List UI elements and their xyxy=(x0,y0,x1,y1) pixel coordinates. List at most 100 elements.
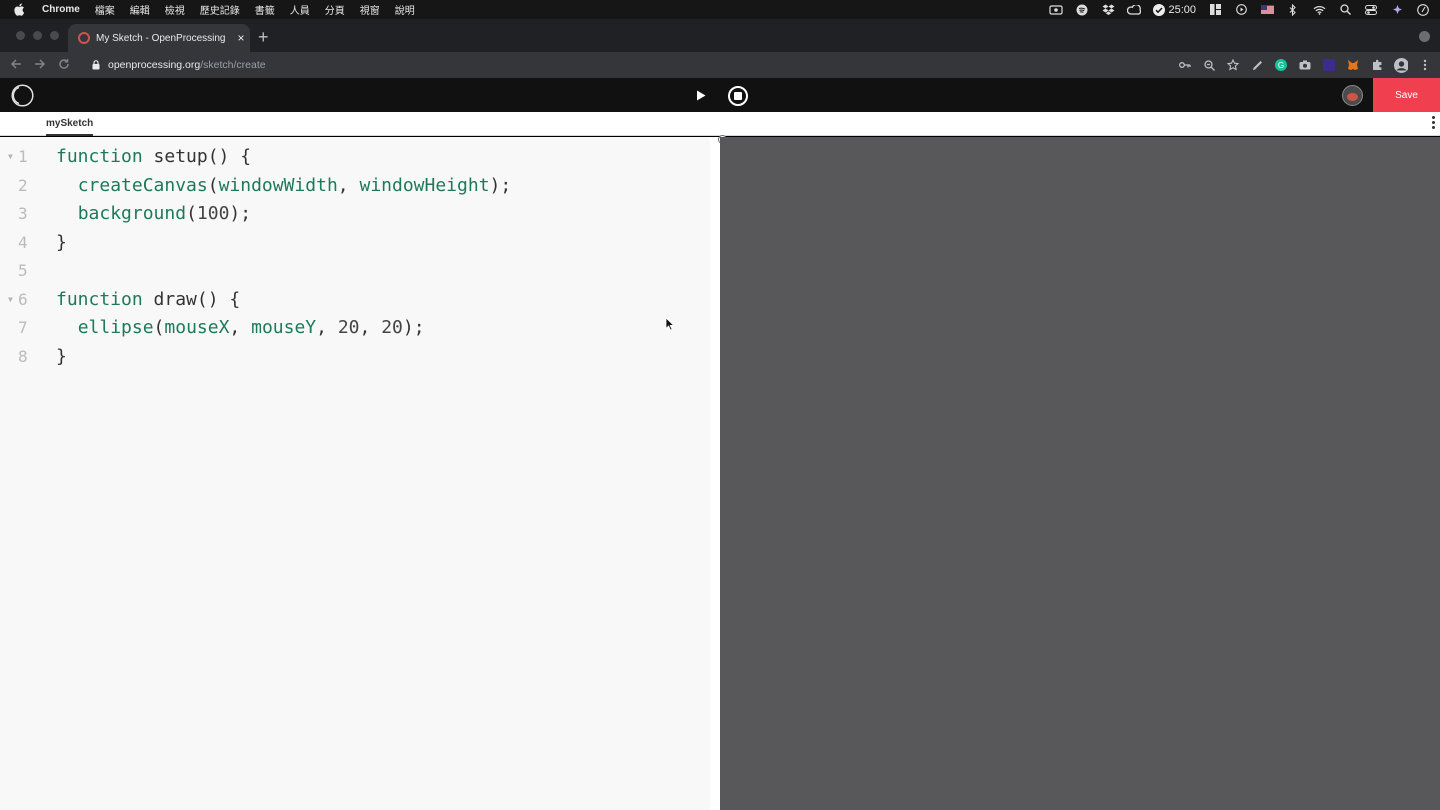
code-token: 20 xyxy=(381,317,403,338)
menu-window[interactable]: 視窗 xyxy=(360,2,380,17)
bluetooth-icon[interactable] xyxy=(1286,3,1300,16)
file-tab-bar: mySketch xyxy=(0,112,1440,136)
code-token: , xyxy=(359,317,382,338)
pen-extension-icon[interactable] xyxy=(1250,58,1264,72)
stop-icon xyxy=(734,92,742,100)
creative-cloud-icon[interactable] xyxy=(1127,4,1142,16)
menu-app-chrome[interactable]: Chrome xyxy=(42,4,80,15)
dropbox-icon[interactable] xyxy=(1101,4,1115,16)
code-line[interactable]: 2 createCanvas(windowWidth, windowHeight… xyxy=(0,172,710,200)
fold-toggle-icon[interactable]: ▼ xyxy=(8,286,18,314)
minimize-window-button[interactable] xyxy=(33,31,42,40)
play-button[interactable] xyxy=(693,87,709,103)
code-line[interactable]: ▼ 6 function draw() { xyxy=(0,286,710,314)
menu-edit[interactable]: 編輯 xyxy=(130,2,150,17)
back-arrow-icon[interactable] xyxy=(4,58,28,73)
code-editor[interactable]: ▼ 1 function setup() {2 createCanvas(windo… xyxy=(0,137,710,810)
code-token: function xyxy=(56,146,143,167)
browser-tab-active[interactable]: My Sketch - OpenProcessing × xyxy=(68,24,250,52)
menu-people[interactable]: 人員 xyxy=(290,2,310,17)
code-token: 100 xyxy=(196,203,230,224)
bookmark-star-icon[interactable] xyxy=(1226,58,1240,72)
lock-icon[interactable] xyxy=(92,60,102,70)
apple-icon[interactable] xyxy=(14,3,28,16)
file-tab-mysketch[interactable]: mySketch xyxy=(46,112,94,136)
code-line[interactable]: 5 xyxy=(0,257,710,285)
menu-view[interactable]: 檢視 xyxy=(165,2,185,17)
grid-layout-icon[interactable] xyxy=(1208,4,1222,16)
line-number: 7 xyxy=(18,318,28,337)
extensions-puzzle-icon[interactable] xyxy=(1370,58,1384,72)
clock-icon[interactable] xyxy=(1416,3,1430,16)
tab-close-icon[interactable]: × xyxy=(232,31,250,45)
menu-tab[interactable]: 分頁 xyxy=(325,2,345,17)
forward-arrow-icon[interactable] xyxy=(28,58,52,73)
openprocessing-logo-icon[interactable] xyxy=(11,84,34,107)
stop-button[interactable] xyxy=(728,86,748,106)
purple-extension-icon[interactable] xyxy=(1322,58,1336,72)
close-window-button[interactable] xyxy=(16,31,25,40)
code-text: background(100); xyxy=(56,200,251,228)
code-token: windowHeight xyxy=(359,174,490,196)
toolbar-actions: G xyxy=(1178,57,1432,73)
code-token: } xyxy=(56,231,67,253)
menubar-status-area: 25:00 xyxy=(1049,0,1430,19)
save-button[interactable]: Save xyxy=(1373,78,1440,112)
code-line[interactable]: ▼ 1 function setup() { xyxy=(0,143,710,171)
profile-menu-icon[interactable] xyxy=(1419,31,1430,42)
us-flag-icon[interactable] xyxy=(1260,4,1274,16)
chrome-menu-icon[interactable] xyxy=(1418,58,1432,72)
menu-help[interactable]: 說明 xyxy=(395,2,415,17)
code-token: background xyxy=(77,203,187,224)
code-token: ( xyxy=(207,174,219,196)
camera-extension-icon[interactable] xyxy=(1298,58,1312,72)
metamask-extension-icon[interactable] xyxy=(1346,58,1360,72)
new-tab-button[interactable]: + xyxy=(258,28,269,46)
reload-icon[interactable] xyxy=(52,58,76,73)
screen-record-icon[interactable] xyxy=(1049,4,1064,16)
menu-bookmarks[interactable]: 書籤 xyxy=(255,2,275,17)
svg-text:G: G xyxy=(1278,61,1284,70)
line-number: 8 xyxy=(18,346,28,366)
wifi-icon[interactable] xyxy=(1312,4,1326,16)
more-options-icon[interactable] xyxy=(1432,116,1436,129)
line-number: 2 xyxy=(18,175,28,195)
code-token: , xyxy=(337,174,360,196)
control-center-icon[interactable] xyxy=(1364,4,1378,16)
spotify-icon[interactable] xyxy=(1075,4,1089,16)
menu-history[interactable]: 歷史記錄 xyxy=(200,2,240,17)
code-token: 20 xyxy=(337,317,360,338)
check-circle-icon xyxy=(1153,3,1166,16)
code-line[interactable]: 8} xyxy=(0,343,710,371)
grammarly-extension-icon[interactable]: G xyxy=(1274,58,1288,72)
user-avatar[interactable] xyxy=(1342,85,1363,106)
timer-value: 25:00 xyxy=(1168,3,1196,16)
pane-splitter[interactable] xyxy=(710,137,720,810)
maximize-window-button[interactable] xyxy=(50,31,59,40)
code-token: function xyxy=(56,288,143,310)
sketch-preview-canvas[interactable] xyxy=(720,137,1440,810)
code-text: createCanvas(windowWidth, windowHeight); xyxy=(56,172,512,200)
code-line[interactable]: 7 ellipse(mouseX, mouseY, 20, 20); xyxy=(0,314,710,342)
tab-title: My Sketch - OpenProcessing xyxy=(96,32,226,44)
code-token: , xyxy=(316,317,338,338)
focus-timer[interactable]: 25:00 xyxy=(1153,3,1196,16)
code-token: setup() { xyxy=(142,146,252,167)
menu-file[interactable]: 檔案 xyxy=(95,2,115,17)
zoom-icon[interactable] xyxy=(1202,58,1216,72)
siri-icon[interactable] xyxy=(1390,4,1404,16)
fold-toggle-icon[interactable]: ▼ xyxy=(8,143,18,171)
code-line[interactable]: 3 background(100); xyxy=(0,200,710,228)
line-number: 4 xyxy=(18,232,28,252)
line-number: 1 xyxy=(18,147,28,166)
openprocessing-header: Save xyxy=(0,78,1440,112)
address-bar[interactable]: openprocessing.org /sketch/create xyxy=(92,59,266,71)
code-text: function draw() { xyxy=(56,286,240,314)
code-line[interactable]: 4} xyxy=(0,229,710,257)
profile-avatar-icon[interactable] xyxy=(1394,57,1408,73)
key-icon[interactable] xyxy=(1178,58,1192,72)
play-circle-icon[interactable] xyxy=(1234,4,1248,16)
browser-toolbar: openprocessing.org /sketch/create G xyxy=(0,52,1440,78)
code-token: ( xyxy=(186,203,197,224)
search-icon[interactable] xyxy=(1338,4,1352,16)
